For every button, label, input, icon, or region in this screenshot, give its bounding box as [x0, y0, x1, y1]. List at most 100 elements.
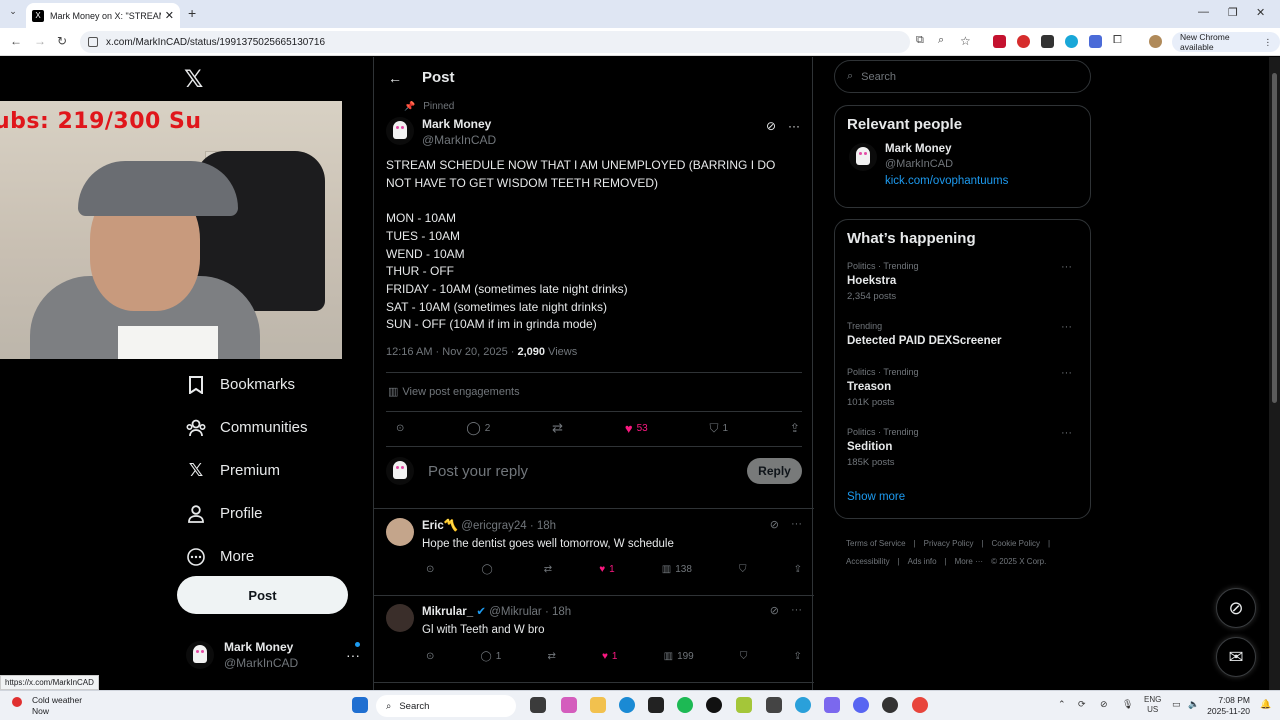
extension-icon[interactable]: [1017, 35, 1030, 48]
trend-more-icon[interactable]: ···: [1061, 427, 1072, 439]
forward-icon[interactable]: →: [34, 34, 46, 48]
grok-play-icon[interactable]: ⊙: [426, 651, 434, 662]
like-button[interactable]: ♥ 53: [625, 421, 648, 436]
app-icon[interactable]: [706, 697, 722, 713]
discord-icon[interactable]: [853, 697, 869, 713]
back-arrow-icon[interactable]: ←: [388, 70, 402, 86]
reply-button[interactable]: ◯ 1: [481, 651, 502, 662]
zoom-icon[interactable]: ⌕: [938, 34, 944, 47]
trend-more-icon[interactable]: ···: [1061, 321, 1072, 333]
chrome-update-badge[interactable]: New Chrome available ⋮: [1172, 32, 1280, 52]
language-indicator[interactable]: ENG US: [1144, 695, 1161, 715]
minimize-icon[interactable]: —: [1198, 6, 1209, 18]
person-bio-link[interactable]: kick.com/ovophantuums: [885, 175, 1008, 187]
app-icon[interactable]: [824, 697, 840, 713]
views-button[interactable]: ▥ 199: [664, 651, 694, 662]
sidebar-item-bookmarks[interactable]: Bookmarks: [186, 363, 308, 406]
repost-icon[interactable]: ⇄: [552, 420, 563, 436]
close-tab-icon[interactable]: ✕: [165, 9, 174, 22]
author-name[interactable]: Mark Money: [422, 117, 496, 131]
avatar[interactable]: [849, 143, 877, 171]
taskbar-clock[interactable]: 7:08 PM 2025-11-20: [1207, 695, 1250, 717]
cast-icon[interactable]: ⧉: [916, 34, 924, 47]
weather-widget[interactable]: Cold weather Now: [12, 695, 82, 717]
spotify-icon[interactable]: [677, 697, 693, 713]
telegram-icon[interactable]: [795, 697, 811, 713]
sidebar-item-communities[interactable]: Communities: [186, 406, 308, 449]
footer-link-more[interactable]: More ···: [955, 557, 983, 566]
reply-author-handle[interactable]: @ericgray24: [461, 520, 526, 532]
reply-time[interactable]: · 18h: [545, 606, 571, 618]
trend-more-icon[interactable]: ···: [1061, 261, 1072, 273]
footer-link-cookie[interactable]: Cookie Policy: [992, 539, 1040, 548]
grok-fab-button[interactable]: ⊘: [1216, 588, 1256, 628]
repost-icon[interactable]: ⇄: [544, 564, 552, 575]
post-more-icon[interactable]: ···: [788, 119, 800, 133]
sidebar-item-profile[interactable]: Profile: [186, 492, 308, 535]
sidebar-item-more[interactable]: More: [186, 535, 308, 578]
site-info-icon[interactable]: [88, 37, 98, 47]
footer-link-ads-info[interactable]: Ads info: [908, 557, 937, 566]
app-icon[interactable]: [766, 697, 782, 713]
relevant-person[interactable]: Mark Money @MarkInCAD kick.com/ovophantu…: [849, 143, 1090, 187]
reply-more-icon[interactable]: ···: [791, 604, 802, 617]
grok-icon[interactable]: ⊘: [770, 518, 779, 531]
reload-icon[interactable]: ↻: [57, 34, 67, 48]
copilot-icon[interactable]: [561, 697, 577, 713]
avatar[interactable]: [386, 117, 414, 145]
tray-overflow-icon[interactable]: ⌃: [1058, 699, 1066, 710]
taskbar-search[interactable]: ⌕ Search: [376, 695, 516, 717]
search-input[interactable]: ⌕ Search: [834, 60, 1091, 93]
file-explorer-icon[interactable]: [590, 697, 606, 713]
extension-icon[interactable]: [1041, 35, 1054, 48]
reply-more-icon[interactable]: ···: [791, 518, 802, 531]
window-close-icon[interactable]: ✕: [1256, 6, 1265, 19]
reply-time[interactable]: · 18h: [530, 520, 556, 532]
extensions-puzzle-icon[interactable]: ⧠: [1113, 34, 1122, 47]
account-more-icon[interactable]: ···: [346, 647, 360, 663]
avatar[interactable]: [386, 518, 414, 546]
bookmark-button[interactable]: ⛉ 1: [710, 421, 729, 436]
trend-item[interactable]: Politics · Trending Sedition 185K posts …: [847, 423, 1078, 483]
extension-icon[interactable]: [993, 35, 1006, 48]
reply-submit-button[interactable]: Reply: [747, 458, 802, 484]
reply-button[interactable]: ◯ 2: [466, 420, 490, 436]
trend-item[interactable]: Politics · Trending Hoekstra 2,354 posts…: [847, 257, 1078, 317]
bookmark-icon[interactable]: ⛉: [739, 564, 747, 575]
chrome-icon[interactable]: [912, 697, 928, 713]
like-button[interactable]: ♥ 1: [599, 564, 615, 575]
grok-icon[interactable]: ⊘: [770, 604, 779, 617]
page-scrollbar[interactable]: [1269, 57, 1280, 690]
trend-more-icon[interactable]: ···: [1061, 367, 1072, 379]
microphone-icon[interactable]: 🎙: [1122, 699, 1133, 710]
trend-item[interactable]: Politics · Trending Treason 101K posts ·…: [847, 363, 1078, 423]
extension-icon[interactable]: [1065, 35, 1078, 48]
post-time[interactable]: 12:16 AM · Nov 20, 2025 ·: [386, 346, 517, 358]
grok-icon[interactable]: ⊘: [766, 119, 776, 133]
reply-input[interactable]: Post your reply: [428, 463, 747, 480]
bookmark-star-icon[interactable]: ☆: [960, 34, 971, 48]
post-button[interactable]: Post: [177, 576, 348, 614]
views-button[interactable]: ▥ 138: [662, 564, 692, 575]
like-button[interactable]: ♥ 1: [602, 651, 618, 662]
chrome-menu-icon[interactable]: ⋮: [1264, 37, 1273, 48]
volume-icon[interactable]: 🔈: [1188, 699, 1199, 710]
grok-play-icon[interactable]: ⊙: [426, 564, 434, 575]
reply-author-name[interactable]: Mikrular_: [422, 606, 473, 618]
url-field[interactable]: x.com/MarkInCAD/status/19913750256651307…: [80, 31, 910, 53]
account-switcher[interactable]: Mark Money @MarkInCAD ···: [186, 635, 366, 675]
show-more-link[interactable]: Show more: [847, 491, 1078, 503]
reply-item[interactable]: Mikrular_ ✔ @Mikrular · 18h Gl with Teet…: [386, 604, 802, 636]
avatar[interactable]: [386, 604, 414, 632]
browser-tab[interactable]: X Mark Money on X: "STREAM SC ✕: [26, 3, 180, 28]
edge-icon[interactable]: [619, 697, 635, 713]
author-handle[interactable]: @MarkInCAD: [422, 133, 496, 147]
footer-link-terms[interactable]: Terms of Service: [846, 539, 906, 548]
scrollbar-thumb[interactable]: [1272, 73, 1277, 403]
windows-start-icon[interactable]: [352, 697, 368, 713]
app-icon[interactable]: [648, 697, 664, 713]
tab-search-icon[interactable]: ⌄: [6, 6, 20, 20]
new-tab-icon[interactable]: +: [188, 5, 196, 21]
view-engagements-link[interactable]: ▥ View post engagements: [388, 385, 520, 398]
obs-icon[interactable]: [882, 697, 898, 713]
